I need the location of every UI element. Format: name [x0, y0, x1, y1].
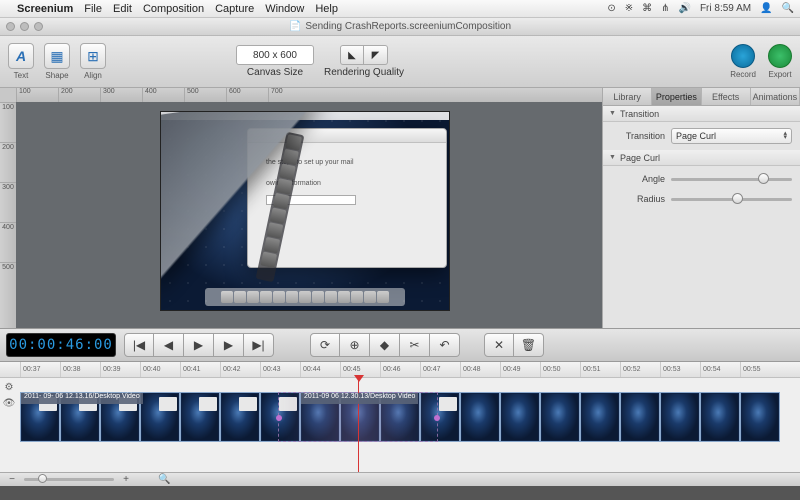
export-button[interactable]: Export — [768, 44, 792, 79]
time-ruler[interactable]: 00:3700:3800:3900:4000:4100:4200:4300:44… — [0, 362, 800, 378]
tab-properties[interactable]: Properties — [652, 88, 701, 105]
align-icon: ⊞ — [87, 48, 99, 65]
window-titlebar: 📄 Sending CrashReports.screeniumComposit… — [0, 18, 800, 36]
text-tool[interactable]: A Text — [8, 43, 34, 80]
preview-frame[interactable]: the steps to set up your mail owing info… — [160, 111, 450, 311]
ruler-corner — [0, 88, 16, 102]
step-back-button[interactable]: ◀ — [154, 333, 184, 357]
horizontal-ruler: 100200300400500600700 — [16, 88, 602, 102]
step-forward-button[interactable]: ▶ — [214, 333, 244, 357]
transition-select[interactable]: Page Curl ▴▾ — [671, 128, 792, 144]
angle-label: Angle — [611, 174, 665, 184]
wifi-icon[interactable]: ⋔ — [661, 3, 669, 14]
zoom-out-button[interactable]: − — [6, 474, 18, 485]
radius-label: Radius — [611, 194, 665, 204]
rendering-quality-segment[interactable]: ◣ ◤ — [340, 45, 388, 65]
zoom-in-button[interactable]: + — [120, 474, 132, 485]
volume-icon[interactable]: 🔊 — [679, 3, 691, 14]
radius-slider[interactable] — [671, 192, 792, 206]
rendering-quality-label: Rendering Quality — [324, 67, 404, 78]
eye-icon[interactable]: 👁 — [2, 396, 16, 410]
gear-icon[interactable]: ⚙ — [2, 380, 16, 394]
play-button[interactable]: ▶ — [184, 333, 214, 357]
angle-slider[interactable] — [671, 172, 792, 186]
timeline-footer: − + 🔍 — [0, 472, 800, 486]
canvas-size-input[interactable]: 800 x 600 — [236, 45, 314, 65]
pagecurl-section-header[interactable]: Page Curl — [603, 150, 800, 166]
zoom-slider[interactable] — [24, 478, 114, 481]
clip-b[interactable]: 2011-09 06 12.30.13/Desktop Video — [300, 392, 340, 442]
trash-button[interactable]: 🗑 — [514, 333, 544, 357]
status-icon[interactable]: ⊙ — [607, 3, 615, 14]
menu-help[interactable]: Help — [315, 3, 338, 15]
status-icon[interactable]: ※ — [625, 3, 633, 14]
vertical-ruler: 100200300400500 — [0, 102, 16, 328]
canvas-area[interactable]: 100200300400500600700 100200300400500 th… — [0, 88, 602, 328]
app-menu[interactable]: Screenium — [17, 3, 73, 15]
tab-effects[interactable]: Effects — [702, 88, 751, 105]
menu-bar-left: Screenium File Edit Composition Capture … — [6, 3, 338, 15]
mini-dock — [205, 288, 405, 306]
select-arrows-icon: ▴▾ — [783, 132, 787, 140]
track-header-icons: ⚙ 👁 — [2, 380, 16, 410]
menu-composition[interactable]: Composition — [143, 3, 204, 15]
undo-button[interactable]: ↶ — [430, 333, 460, 357]
properties-tabs: Library Properties Effects Animations — [603, 88, 800, 106]
transition-label: Transition — [611, 131, 665, 141]
quality-high-icon: ◤ — [372, 50, 380, 61]
traffic-lights[interactable] — [6, 22, 43, 31]
menu-file[interactable]: File — [84, 3, 102, 15]
main-area: 100200300400500600700 100200300400500 th… — [0, 88, 800, 328]
playback-controls: |◀ ◀ ▶ ▶ ▶| — [124, 333, 274, 357]
shape-tool[interactable]: ▦ Shape — [44, 43, 70, 80]
spotlight-icon[interactable]: 🔍 — [782, 3, 794, 14]
record-icon — [731, 44, 755, 68]
keyframe-button[interactable]: ◆ — [370, 333, 400, 357]
transition-section-header[interactable]: Transition — [603, 106, 800, 122]
tracks-area[interactable]: ⚙ 👁 2011- 09- 06 12.13.16/Desktop Video … — [0, 378, 800, 472]
delete-controls: ✕ 🗑 — [484, 333, 544, 357]
bluetooth-icon[interactable]: ⌘ — [642, 3, 652, 14]
window-title: Sending CrashReports.screeniumCompositio… — [305, 21, 511, 32]
menu-bar-right: ⊙ ※ ⌘ ⋔ 🔊 Fri 8:59 AM 👤 🔍 — [607, 3, 794, 14]
clock[interactable]: Fri 8:59 AM — [700, 3, 751, 14]
shape-icon: ▦ — [50, 48, 63, 65]
export-icon — [768, 44, 792, 68]
tab-animations[interactable]: Animations — [751, 88, 800, 105]
menu-edit[interactable]: Edit — [113, 3, 132, 15]
text-icon: A — [16, 48, 26, 64]
transport-bar: 00:00:46:00 |◀ ◀ ▶ ▶ ▶| ⟳ ⊕ ◆ ✂ ↶ ✕ 🗑 — [0, 328, 800, 362]
timecode-display[interactable]: 00:00:46:00 — [6, 333, 116, 357]
canvas-size-label: Canvas Size — [247, 67, 303, 78]
toolbar: A Text ▦ Shape ⊞ Align 800 x 600 Canvas … — [0, 36, 800, 88]
record-button[interactable]: Record — [730, 44, 756, 79]
go-start-button[interactable]: |◀ — [124, 333, 154, 357]
menu-window[interactable]: Window — [265, 3, 304, 15]
clip-a[interactable]: 2011- 09- 06 12.13.16/Desktop Video — [20, 392, 60, 442]
mac-menu-bar: Screenium File Edit Composition Capture … — [0, 0, 800, 18]
split-button[interactable]: ✂ — [400, 333, 430, 357]
user-icon[interactable]: 👤 — [760, 3, 772, 14]
align-tool[interactable]: ⊞ Align — [80, 43, 106, 80]
zoom-fit-button[interactable]: 🔍 — [158, 474, 170, 485]
go-end-button[interactable]: ▶| — [244, 333, 274, 357]
properties-panel: Library Properties Effects Animations Tr… — [602, 88, 800, 328]
loop-button[interactable]: ⟳ — [310, 333, 340, 357]
page-curl-effect — [160, 111, 351, 296]
tab-library[interactable]: Library — [603, 88, 652, 105]
marker-button[interactable]: ⊕ — [340, 333, 370, 357]
menu-capture[interactable]: Capture — [215, 3, 254, 15]
quality-low-icon: ◣ — [348, 50, 356, 61]
edit-controls: ⟳ ⊕ ◆ ✂ ↶ — [310, 333, 460, 357]
video-track[interactable]: 2011- 09- 06 12.13.16/Desktop Video 2011… — [20, 392, 796, 442]
document-icon: 📄 — [289, 21, 301, 32]
timeline: 00:3700:3800:3900:4000:4100:4200:4300:44… — [0, 362, 800, 486]
cut-button[interactable]: ✕ — [484, 333, 514, 357]
